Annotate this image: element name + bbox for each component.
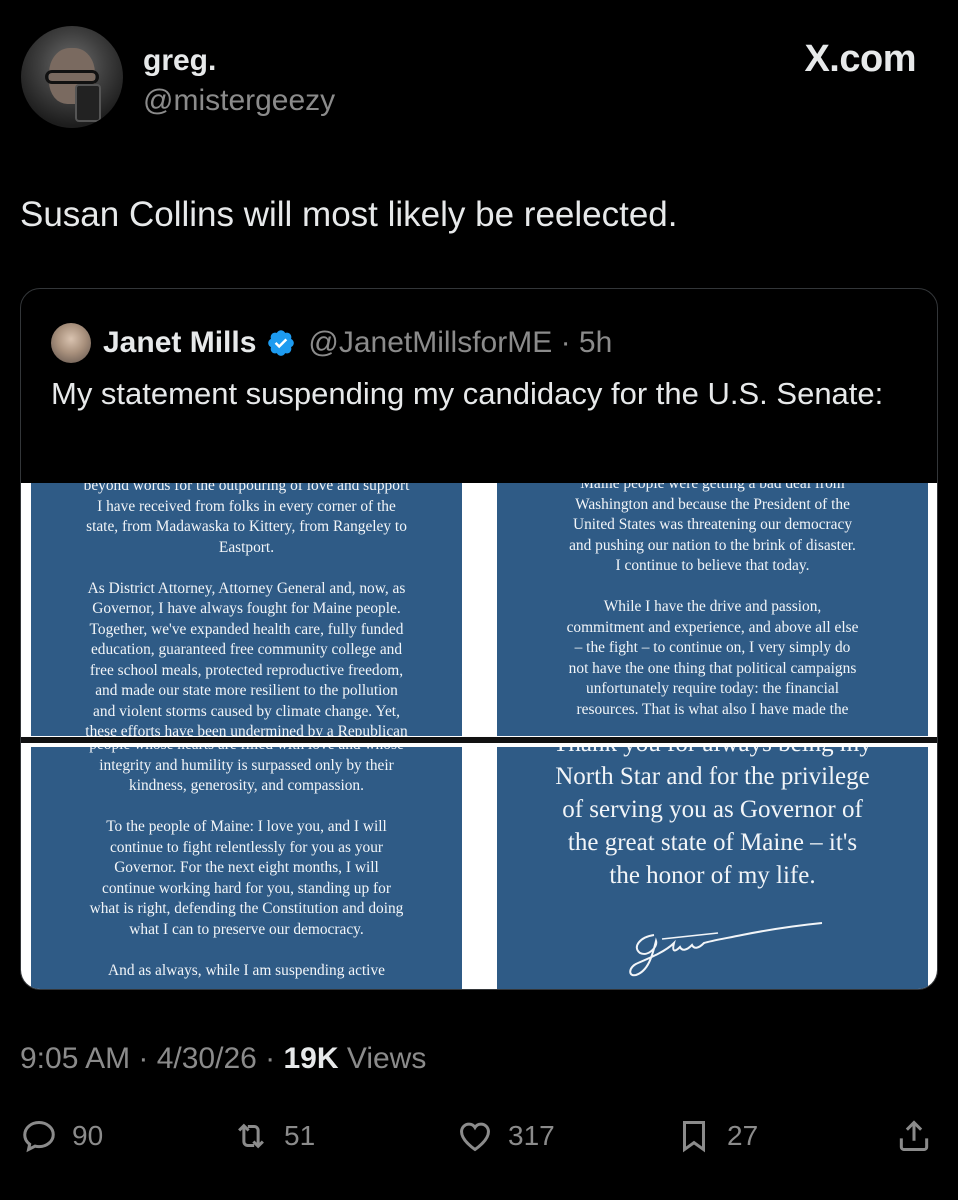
quoted-text: My statement suspending my candidacy for… xyxy=(51,376,884,411)
statement-text-top-right: Maine people were getting a bad deal fro… xyxy=(566,483,859,718)
repost-button[interactable]: 51 xyxy=(232,1117,315,1155)
quoted-tweet[interactable]: Janet Mills @JanetMillsforME · 5h My sta… xyxy=(20,288,938,990)
author-name[interactable]: greg. xyxy=(143,44,216,78)
bookmark-icon xyxy=(682,1121,706,1153)
statement-image-top-left[interactable]: beyond words for the outpouring of love … xyxy=(31,483,462,736)
timestamp[interactable]: 9:05 AM · 4/30/26 · xyxy=(20,1042,283,1075)
statement-text-bottom-left: people whose hearts are filled with love… xyxy=(89,747,404,979)
quoted-header: Janet Mills @JanetMillsforME · 5h xyxy=(51,323,612,363)
reply-button[interactable]: 90 xyxy=(20,1117,103,1155)
quoted-handle-time[interactable]: @JanetMillsforME · 5h xyxy=(308,326,612,360)
quoted-avatar[interactable] xyxy=(51,323,91,363)
statement-image-bottom-right[interactable]: Thank you for always being my North Star… xyxy=(497,747,928,989)
avatar-phone xyxy=(75,84,101,122)
heart-icon xyxy=(460,1122,490,1152)
x-logo: X.com xyxy=(804,38,916,80)
reply-icon xyxy=(23,1121,55,1153)
views-label: Views xyxy=(338,1042,427,1075)
verified-badge-icon xyxy=(268,330,295,356)
tweet-text: Susan Collins will most likely be reelec… xyxy=(20,195,678,234)
views-count: 19K xyxy=(283,1042,339,1075)
repost-count: 51 xyxy=(284,1120,316,1151)
like-button[interactable]: 317 xyxy=(456,1117,555,1155)
author-handle[interactable]: @mistergeezy xyxy=(143,84,335,118)
statement-text-bottom-right: Thank you for always being my North Star… xyxy=(553,747,872,889)
repost-icon xyxy=(238,1123,264,1149)
statement-text-top-left: beyond words for the outpouring of love … xyxy=(83,483,410,736)
statement-image-top-right[interactable]: Maine people were getting a bad deal fro… xyxy=(497,483,928,736)
bookmark-button[interactable]: 27 xyxy=(675,1117,758,1155)
statement-images[interactable]: beyond words for the outpouring of love … xyxy=(21,483,937,989)
quoted-name[interactable]: Janet Mills xyxy=(103,326,256,360)
action-bar: 90 51 317 27 xyxy=(0,1117,958,1161)
image-divider xyxy=(21,737,937,743)
author-avatar[interactable] xyxy=(21,26,123,128)
share-button[interactable] xyxy=(895,1117,933,1155)
avatar-glasses xyxy=(45,70,99,84)
statement-image-bottom-left[interactable]: people whose hearts are filled with love… xyxy=(31,747,462,989)
reply-count: 90 xyxy=(72,1120,104,1151)
bookmark-count: 27 xyxy=(727,1120,759,1151)
like-count: 317 xyxy=(508,1120,555,1151)
signature-icon xyxy=(629,922,823,977)
share-icon xyxy=(899,1120,929,1151)
tweet-meta: 9:05 AM · 4/30/26 · 19K Views xyxy=(20,1042,426,1076)
